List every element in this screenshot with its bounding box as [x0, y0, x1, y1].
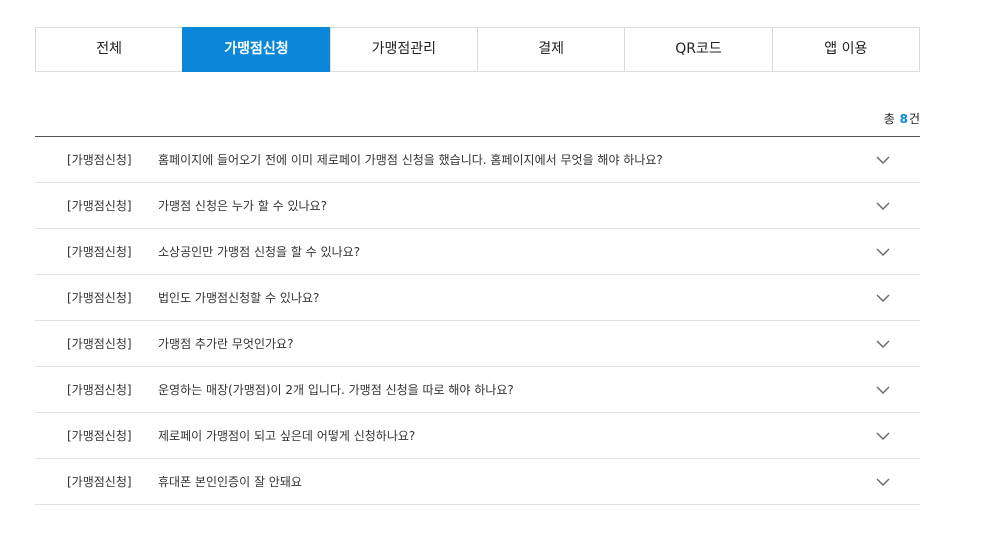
- faq-category: [가맹점신청]: [67, 383, 132, 397]
- total-count: 총 8건: [884, 110, 920, 127]
- faq-question: 제로페이 가맹점이 되고 싶은데 어떻게 신청하나요?: [158, 429, 416, 443]
- chevron-down-icon[interactable]: [876, 431, 890, 441]
- faq-question: 가맹점 추가란 무엇인가요?: [158, 337, 294, 351]
- faq-question: 가맹점 신청은 누가 할 수 있나요?: [158, 199, 327, 213]
- chevron-down-icon[interactable]: [876, 339, 890, 349]
- faq-question: 운영하는 매장(가맹점)이 2개 입니다. 가맹점 신청을 따로 해야 하나요?: [158, 383, 514, 397]
- chevron-down-icon[interactable]: [876, 201, 890, 211]
- chevron-down-icon[interactable]: [876, 155, 890, 165]
- faq-item[interactable]: [가맹점신청] 휴대폰 본인인증이 잘 안돼요: [35, 459, 920, 505]
- tab-app-usage[interactable]: 앱 이용: [771, 27, 920, 72]
- faq-category: [가맹점신청]: [67, 199, 132, 213]
- faq-category: [가맹점신청]: [67, 245, 132, 259]
- faq-category: [가맹점신청]: [67, 475, 132, 489]
- tab-qr-code[interactable]: QR코드: [624, 27, 772, 72]
- tab-merchant-management[interactable]: 가맹점관리: [329, 27, 477, 72]
- tab-merchant-application[interactable]: 가맹점신청: [182, 27, 330, 72]
- faq-category: [가맹점신청]: [67, 429, 132, 443]
- total-count-prefix: 총: [883, 112, 895, 126]
- faq-category: [가맹점신청]: [67, 291, 132, 305]
- faq-page: 전체 가맹점신청 가맹점관리 결제 QR코드 앱 이용 총 8건 [가맹점신청]…: [0, 0, 996, 538]
- total-count-value: 8: [899, 112, 908, 126]
- category-tabs: 전체 가맹점신청 가맹점관리 결제 QR코드 앱 이용: [35, 27, 920, 72]
- total-count-suffix: 건: [908, 112, 920, 126]
- chevron-down-icon[interactable]: [876, 477, 890, 487]
- faq-list: [가맹점신청] 홈페이지에 들어오기 전에 이미 제로페이 가맹점 신청을 했습…: [35, 136, 920, 505]
- faq-item[interactable]: [가맹점신청] 법인도 가맹점신청할 수 있나요?: [35, 275, 920, 321]
- faq-question: 휴대폰 본인인증이 잘 안돼요: [158, 475, 302, 489]
- faq-question: 홈페이지에 들어오기 전에 이미 제로페이 가맹점 신청을 했습니다. 홈페이지…: [158, 153, 663, 167]
- chevron-down-icon[interactable]: [876, 247, 890, 257]
- faq-item[interactable]: [가맹점신청] 홈페이지에 들어오기 전에 이미 제로페이 가맹점 신청을 했습…: [35, 137, 920, 183]
- faq-category: [가맹점신청]: [67, 153, 132, 167]
- faq-question: 소상공인만 가맹점 신청을 할 수 있나요?: [158, 245, 361, 259]
- faq-item[interactable]: [가맹점신청] 소상공인만 가맹점 신청을 할 수 있나요?: [35, 229, 920, 275]
- chevron-down-icon[interactable]: [876, 293, 890, 303]
- faq-item[interactable]: [가맹점신청] 운영하는 매장(가맹점)이 2개 입니다. 가맹점 신청을 따로…: [35, 367, 920, 413]
- tab-all[interactable]: 전체: [35, 27, 183, 72]
- faq-category: [가맹점신청]: [67, 337, 132, 351]
- chevron-down-icon[interactable]: [876, 385, 890, 395]
- faq-item[interactable]: [가맹점신청] 가맹점 추가란 무엇인가요?: [35, 321, 920, 367]
- tab-payment[interactable]: 결제: [476, 27, 625, 72]
- faq-item[interactable]: [가맹점신청] 가맹점 신청은 누가 할 수 있나요?: [35, 183, 920, 229]
- faq-question: 법인도 가맹점신청할 수 있나요?: [158, 291, 320, 305]
- faq-item[interactable]: [가맹점신청] 제로페이 가맹점이 되고 싶은데 어떻게 신청하나요?: [35, 413, 920, 459]
